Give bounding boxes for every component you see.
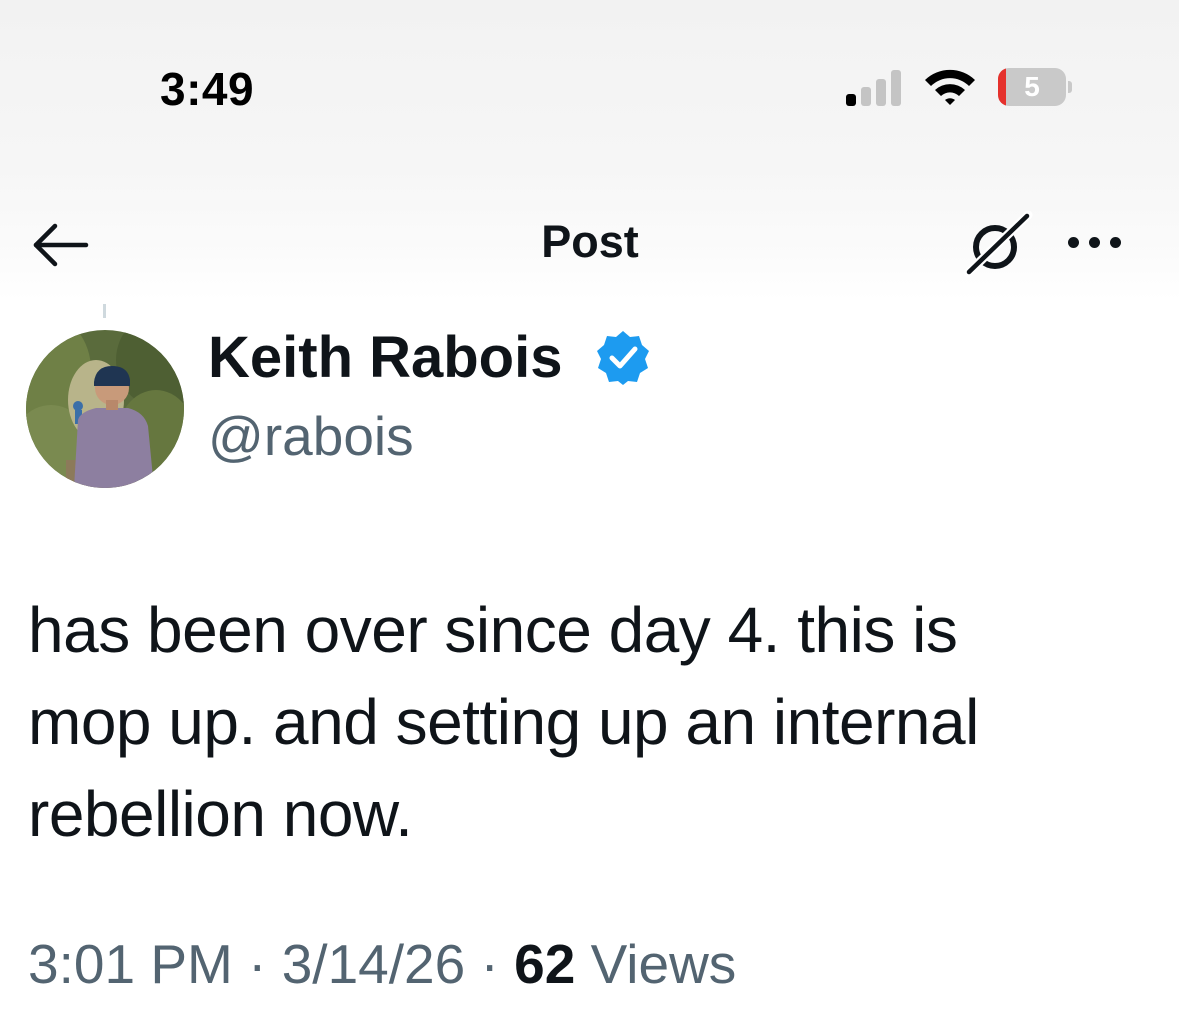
back-button[interactable] [28,220,92,270]
battery-level: 5 [1024,71,1040,102]
meta-separator: · [480,933,499,995]
battery-icon: 5 [998,68,1072,106]
views-label[interactable]: Views [591,933,737,995]
avatar[interactable] [26,330,184,488]
page-title: Post [541,216,639,267]
thread-connector [103,304,106,318]
status-time: 3:49 [160,63,255,115]
verified-badge-icon [597,331,649,385]
post-time[interactable]: 3:01 PM [28,933,233,995]
wifi-icon [925,69,975,105]
post-date[interactable]: 3/14/26 [282,933,466,995]
author-handle[interactable]: @rabois [208,404,414,468]
grok-icon [963,210,1033,278]
post-detail-screen: 3:49 5 Post Keith Rabois @rabois has bee… [0,0,1179,1009]
post-text-line: has been over since day 4. this is [28,594,958,666]
post-text: has been over since day 4. this is mop u… [28,584,1148,860]
arrow-left-icon [33,223,89,267]
cellular-signal-icon [846,70,904,106]
author-name[interactable]: Keith Rabois [208,324,563,391]
post-meta: 3:01 PM · 3/14/26 · 62 Views [28,932,736,996]
views-count[interactable]: 62 [514,933,575,995]
avatar-photo [26,330,184,488]
grok-button[interactable] [962,210,1034,278]
meta-separator: · [248,933,267,995]
more-horizontal-icon [1068,237,1079,248]
post-text-line: mop up. and setting up an internal [28,686,979,758]
post-text-line: rebellion now. [28,778,413,850]
more-options-button[interactable] [1064,230,1126,256]
